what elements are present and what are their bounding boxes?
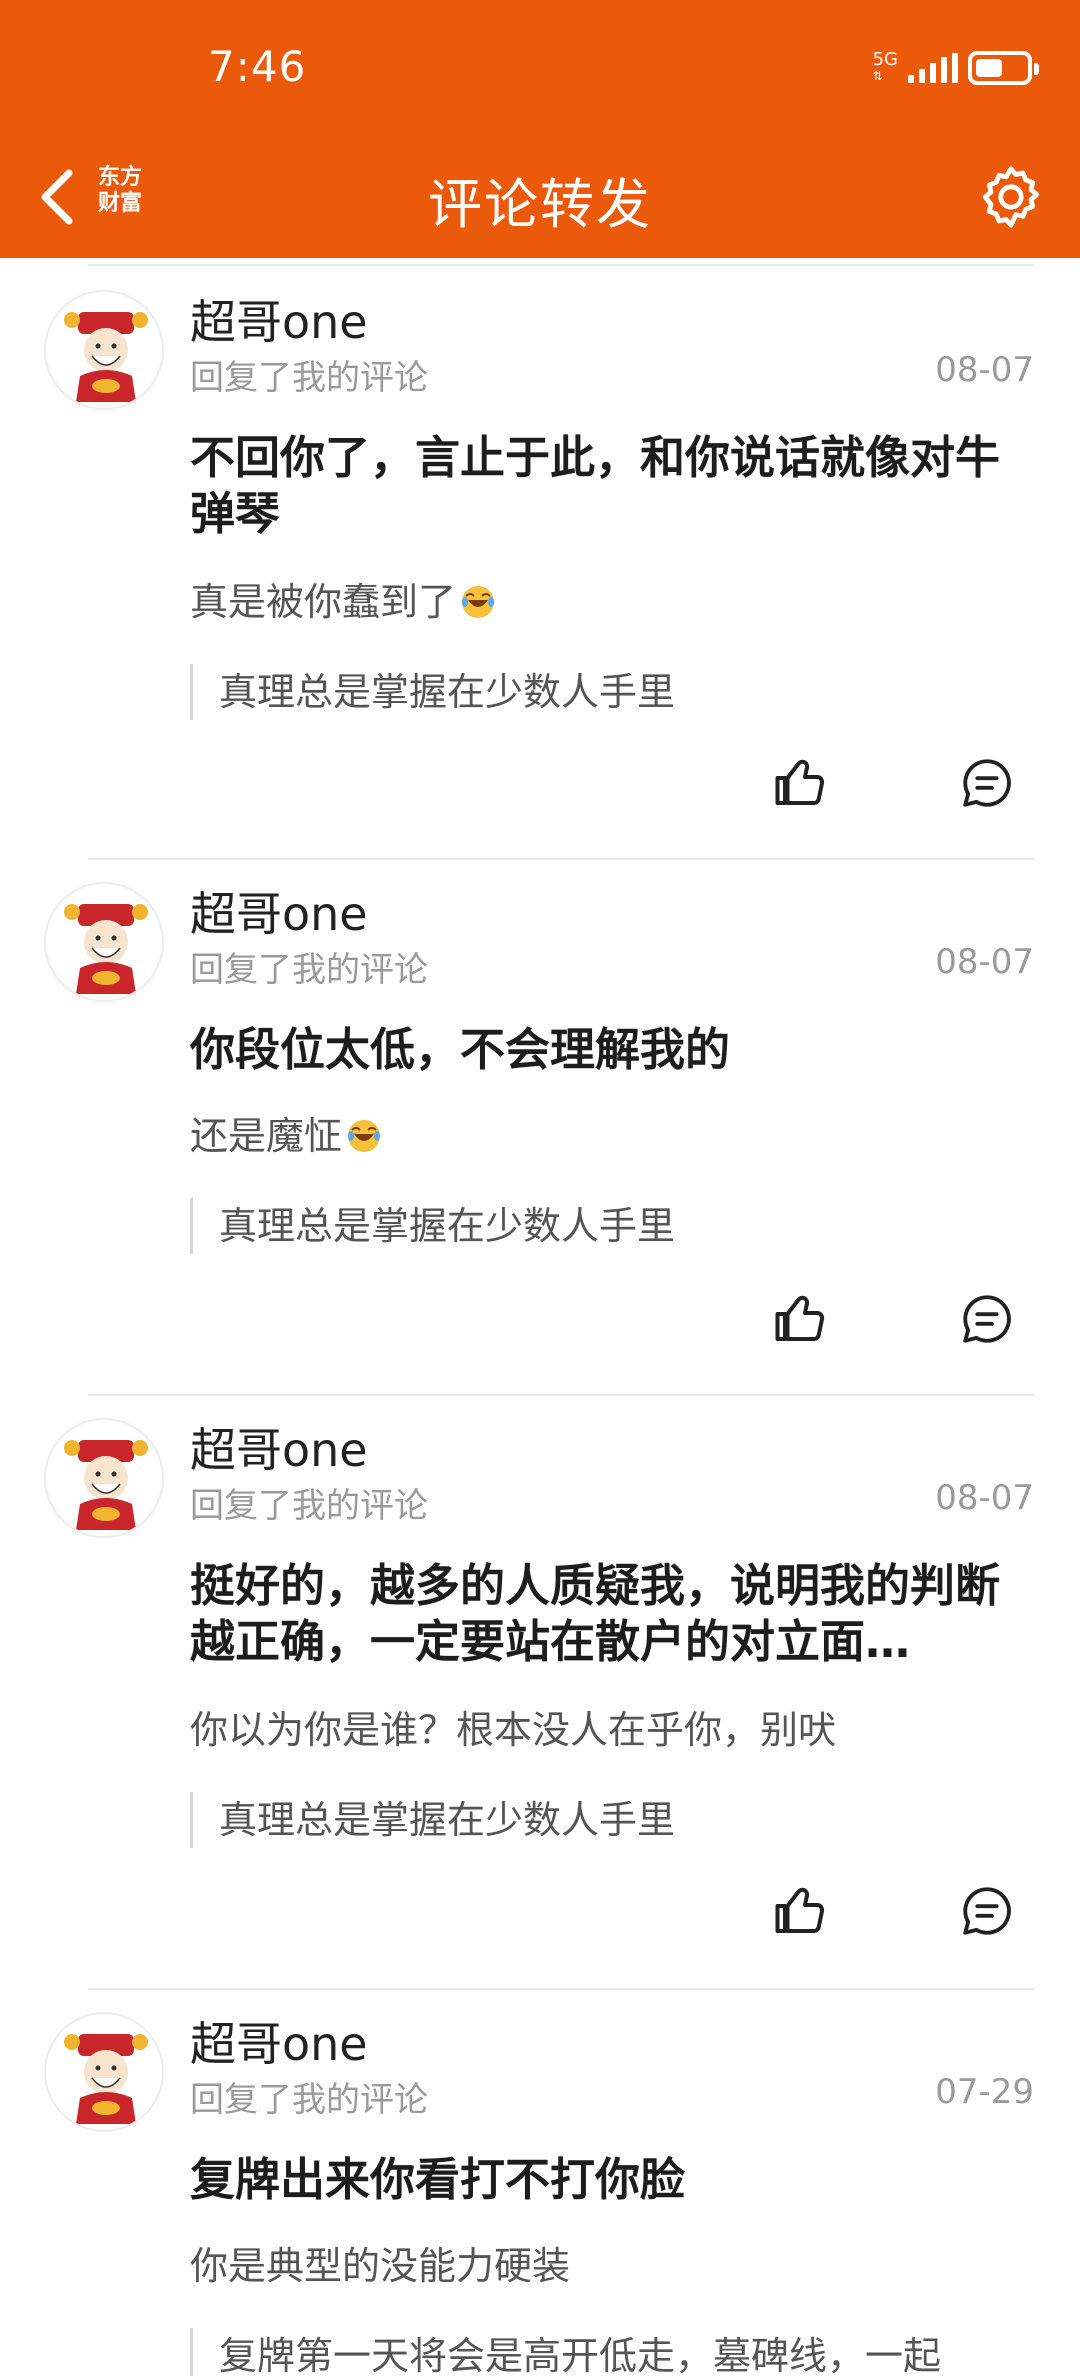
my-comment-label: 还是魔怔 [190,1114,343,1158]
quoted-original-comment[interactable]: 真理总是掌握在少数人手里 [190,1792,1020,1848]
like-button[interactable] [765,1876,835,1946]
my-comment-label: 你是典型的没能力硬装 [190,2244,571,2288]
gear-icon [982,166,1040,228]
action-text: 回复了我的评论 [190,2080,428,2120]
laugh-cry-icon [462,586,495,618]
top-nav-bar: 评论转发 东方 财富 [0,140,1080,258]
settings-button[interactable] [970,156,1052,238]
avatar[interactable] [44,1418,164,1538]
action-text: 回复了我的评论 [190,358,428,398]
quoted-original-comment[interactable]: 复牌第一天将会是高开低走，墓碑线，一起 [190,2328,1020,2376]
chevron-left-icon [41,169,73,225]
comment-date: 08-07 [935,1478,1034,1518]
action-text: 回复了我的评论 [190,1486,428,1526]
comment-button[interactable] [952,748,1022,818]
username[interactable]: 超哥one [190,286,368,352]
thumbs-up-icon [775,1295,825,1341]
my-comment-text: 你以为你是谁？根本没人在乎你，别吠 [190,1706,1020,1754]
action-text: 回复了我的评论 [190,950,428,990]
eastmoney-logo: 东方 财富 [90,160,150,222]
avatar-god-of-wealth-icon [64,1440,148,1530]
comment-item[interactable]: 超哥one 回复了我的评论 08-07 不回你了，言止于此，和你说话就像对牛弹琴… [0,258,1080,852]
quoted-original-comment[interactable]: 真理总是掌握在少数人手里 [190,664,1020,720]
back-button[interactable] [22,162,92,232]
comment-date: 08-07 [935,942,1034,982]
laugh-cry-icon [348,1120,381,1152]
username[interactable]: 超哥one [190,1414,368,1480]
comment-date: 08-07 [935,350,1034,390]
comment-item[interactable]: 超哥one 回复了我的评论 08-07 你段位太低，不会理解我的 还是魔怔 真理… [0,850,1080,1386]
comment-content[interactable]: 挺好的，越多的人质疑我，说明我的判断越正确，一定要站在散户的对立面… [190,1558,1020,1670]
chat-bubble-icon [963,759,1011,807]
comment-feed[interactable]: 超哥one 回复了我的评论 08-07 不回你了，言止于此，和你说话就像对牛弹琴… [0,258,1080,2376]
avatar[interactable] [44,290,164,410]
battery-icon [968,51,1039,85]
network-type-label: 5G ⇅ [872,49,898,84]
my-comment-text: 真是被你蠢到了 [190,578,1020,626]
logo-text-line1: 东方 [97,165,142,190]
my-comment-label: 你以为你是谁？根本没人在乎你，别吠 [190,1708,837,1752]
status-bar: 7:46 5G ⇅ [0,0,1080,140]
my-comment-text: 还是魔怔 [190,1112,1020,1160]
thumbs-up-icon [775,759,825,805]
avatar[interactable] [44,882,164,1002]
chat-bubble-icon [963,1295,1011,1343]
avatar-god-of-wealth-icon [64,904,148,994]
thumbs-up-icon [775,1887,825,1933]
username[interactable]: 超哥one [190,878,368,944]
comment-item[interactable]: 超哥one 回复了我的评论 07-29 复牌出来你看打不打你脸 你是典型的没能力… [0,1980,1080,2376]
comment-button[interactable] [952,1876,1022,1946]
quoted-original-comment[interactable]: 真理总是掌握在少数人手里 [190,1198,1020,1254]
status-time: 7:46 [208,42,307,91]
comment-date: 07-29 [935,2072,1034,2112]
like-button[interactable] [765,748,835,818]
comment-content[interactable]: 不回你了，言止于此，和你说话就像对牛弹琴 [190,430,1020,542]
comment-content[interactable]: 复牌出来你看打不打你脸 [190,2152,1020,2208]
logo-text-line2: 财富 [97,191,142,216]
avatar[interactable] [44,2012,164,2132]
signal-icon [908,53,958,83]
network-5g-label: 5G [872,49,898,70]
chat-bubble-icon [963,1887,1011,1935]
like-button[interactable] [765,1284,835,1354]
my-comment-label: 真是被你蠢到了 [190,580,457,624]
avatar-god-of-wealth-icon [64,312,148,402]
comment-item[interactable]: 超哥one 回复了我的评论 08-07 挺好的，越多的人质疑我，说明我的判断越正… [0,1386,1080,1980]
comment-content[interactable]: 你段位太低，不会理解我的 [190,1022,1020,1078]
status-icons: 5G ⇅ [872,48,1039,88]
page-title: 评论转发 [428,172,652,236]
my-comment-text: 你是典型的没能力硬装 [190,2242,1020,2290]
comment-button[interactable] [952,1284,1022,1354]
avatar-god-of-wealth-icon [64,2034,148,2124]
data-arrows-icon: ⇅ [872,69,883,83]
username[interactable]: 超哥one [190,2008,368,2074]
